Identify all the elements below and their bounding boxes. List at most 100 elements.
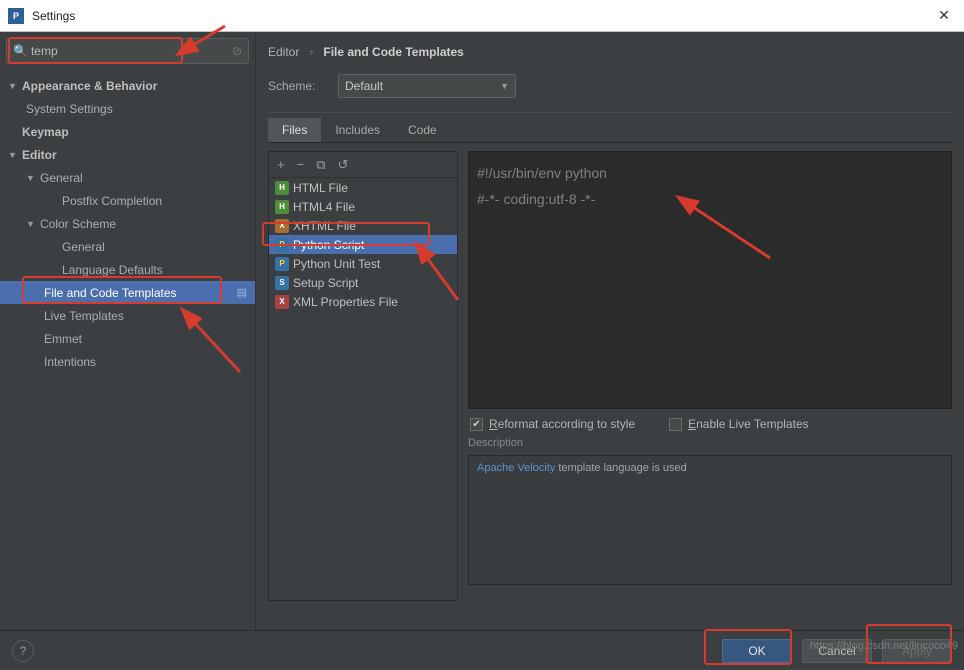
reformat-label: Reformat according to style bbox=[489, 417, 635, 431]
enable-live-templates-checkbox[interactable]: Enable Live Templates bbox=[669, 417, 809, 431]
reformat-checkbox[interactable]: Reformat according to style bbox=[470, 417, 635, 431]
checkbox-icon bbox=[669, 418, 682, 431]
file-icon: X bbox=[275, 295, 289, 309]
tab-label: Files bbox=[282, 123, 307, 137]
tree-label: Intentions bbox=[44, 355, 96, 369]
sidebar: 🔍 ⊘ ▼Appearance & Behavior System Settin… bbox=[0, 32, 256, 630]
template-toolbar: + − ⧉ ↺ bbox=[269, 152, 457, 178]
tree-general[interactable]: ▼General bbox=[0, 166, 255, 189]
search-icon: 🔍 bbox=[13, 44, 28, 58]
project-scope-icon: ▤ bbox=[237, 286, 247, 299]
checkbox-icon bbox=[470, 418, 483, 431]
scheme-dropdown[interactable]: Default ▼ bbox=[338, 74, 516, 98]
tree-label: Language Defaults bbox=[62, 263, 163, 277]
template-label: Python Script bbox=[293, 238, 364, 252]
tree-file-code-templates[interactable]: File and Code Templates▤ bbox=[0, 281, 255, 304]
file-icon: X bbox=[275, 219, 289, 233]
button-label: OK bbox=[748, 644, 765, 658]
help-button[interactable]: ? bbox=[12, 640, 34, 662]
divider bbox=[268, 112, 952, 113]
template-tabs: Files Includes Code bbox=[268, 118, 952, 143]
tree-label: General bbox=[62, 240, 105, 254]
apache-velocity-link[interactable]: Apache Velocity bbox=[477, 462, 555, 474]
ok-button[interactable]: OK bbox=[722, 639, 792, 663]
template-item[interactable]: SSetup Script bbox=[269, 273, 457, 292]
template-label: HTML4 File bbox=[293, 200, 355, 214]
tree-keymap[interactable]: Keymap bbox=[0, 120, 255, 143]
panes: + − ⧉ ↺ H HTML File H HTML4 File X XHTML Fi… bbox=[268, 151, 952, 601]
tab-label: Includes bbox=[335, 123, 380, 137]
scheme-value: Default bbox=[345, 79, 383, 93]
search-box[interactable]: 🔍 ⊘ bbox=[6, 38, 249, 64]
template-label: XML Properties File bbox=[293, 295, 398, 309]
tree-appearance-behavior[interactable]: ▼Appearance & Behavior bbox=[0, 74, 255, 97]
tree-label: General bbox=[40, 171, 83, 185]
chevron-right-icon: › bbox=[309, 45, 313, 59]
crumb-editor[interactable]: Editor bbox=[268, 45, 299, 59]
tree-postfix-completion[interactable]: Postfix Completion bbox=[0, 189, 255, 212]
editor-column: #!/usr/bin/env python #-*- coding:utf-8 … bbox=[468, 151, 952, 601]
template-editor[interactable]: #!/usr/bin/env python #-*- coding:utf-8 … bbox=[468, 151, 952, 409]
search-wrap: 🔍 ⊘ bbox=[0, 32, 255, 70]
template-label: HTML File bbox=[293, 181, 348, 195]
close-icon[interactable]: ✕ bbox=[932, 7, 956, 24]
search-input[interactable] bbox=[31, 44, 232, 58]
revert-template-icon[interactable]: ↺ bbox=[337, 157, 348, 173]
settings-tree: ▼Appearance & Behavior System Settings K… bbox=[0, 70, 255, 630]
tree-label: Postfix Completion bbox=[62, 194, 162, 208]
tree-label: Emmet bbox=[44, 332, 82, 346]
template-label: XHTML File bbox=[293, 219, 356, 233]
template-label: Python Unit Test bbox=[293, 257, 380, 271]
template-item[interactable]: H HTML4 File bbox=[269, 197, 457, 216]
tree-cs-general[interactable]: General bbox=[0, 235, 255, 258]
window-title: Settings bbox=[32, 9, 932, 23]
dialog-footer: ? OK Cancel Apply bbox=[0, 630, 964, 670]
copy-template-icon[interactable]: ⧉ bbox=[316, 157, 325, 173]
editor-line: #-*- coding:utf-8 -*- bbox=[477, 191, 595, 207]
description-box: Apache Velocity template language is use… bbox=[468, 455, 952, 585]
tab-files[interactable]: Files bbox=[268, 118, 321, 142]
apply-button[interactable]: Apply bbox=[882, 639, 952, 663]
tree-color-scheme[interactable]: ▼Color Scheme bbox=[0, 212, 255, 235]
tree-language-defaults[interactable]: Language Defaults bbox=[0, 258, 255, 281]
button-label: Cancel bbox=[818, 644, 855, 658]
remove-template-icon[interactable]: − bbox=[297, 157, 305, 172]
titlebar: P Settings ✕ bbox=[0, 0, 964, 32]
tab-label: Code bbox=[408, 123, 437, 137]
tree-emmet[interactable]: Emmet bbox=[0, 327, 255, 350]
file-icon: H bbox=[275, 181, 289, 195]
file-icon: H bbox=[275, 200, 289, 214]
cancel-button[interactable]: Cancel bbox=[802, 639, 872, 663]
clear-search-icon[interactable]: ⊘ bbox=[232, 44, 242, 58]
template-panel: + − ⧉ ↺ H HTML File H HTML4 File X XHTML Fi… bbox=[268, 151, 458, 601]
template-item[interactable]: X XML Properties File bbox=[269, 292, 457, 311]
tree-label: Color Scheme bbox=[40, 217, 116, 231]
tree-intentions[interactable]: Intentions bbox=[0, 350, 255, 373]
tab-code[interactable]: Code bbox=[394, 118, 451, 142]
template-label: Setup Script bbox=[293, 276, 358, 290]
description-text: template language is used bbox=[555, 462, 686, 474]
description-label: Description bbox=[468, 437, 952, 449]
editor-line: #!/usr/bin/env python bbox=[477, 165, 607, 181]
template-item-python-script[interactable]: PPython Script bbox=[269, 235, 457, 254]
tree-label: System Settings bbox=[26, 102, 113, 116]
template-item[interactable]: X XHTML File bbox=[269, 216, 457, 235]
template-item[interactable]: H HTML File bbox=[269, 178, 457, 197]
app-icon: P bbox=[8, 8, 24, 24]
live-label: Enable Live Templates bbox=[688, 417, 809, 431]
scheme-row: Scheme: Default ▼ bbox=[268, 74, 952, 98]
main-area: 🔍 ⊘ ▼Appearance & Behavior System Settin… bbox=[0, 32, 964, 630]
chevron-down-icon: ▼ bbox=[500, 81, 509, 91]
tree-label: Editor bbox=[22, 148, 57, 162]
editor-options: Reformat according to style Enable Live … bbox=[468, 409, 952, 435]
add-template-icon[interactable]: + bbox=[277, 157, 285, 172]
tree-label: Appearance & Behavior bbox=[22, 79, 157, 93]
tree-label: Keymap bbox=[22, 125, 69, 139]
template-item[interactable]: PPython Unit Test bbox=[269, 254, 457, 273]
crumb-current: File and Code Templates bbox=[323, 45, 463, 59]
scheme-label: Scheme: bbox=[268, 79, 324, 93]
tree-editor[interactable]: ▼Editor bbox=[0, 143, 255, 166]
tab-includes[interactable]: Includes bbox=[321, 118, 394, 142]
tree-system-settings[interactable]: System Settings bbox=[0, 97, 255, 120]
tree-live-templates[interactable]: Live Templates bbox=[0, 304, 255, 327]
